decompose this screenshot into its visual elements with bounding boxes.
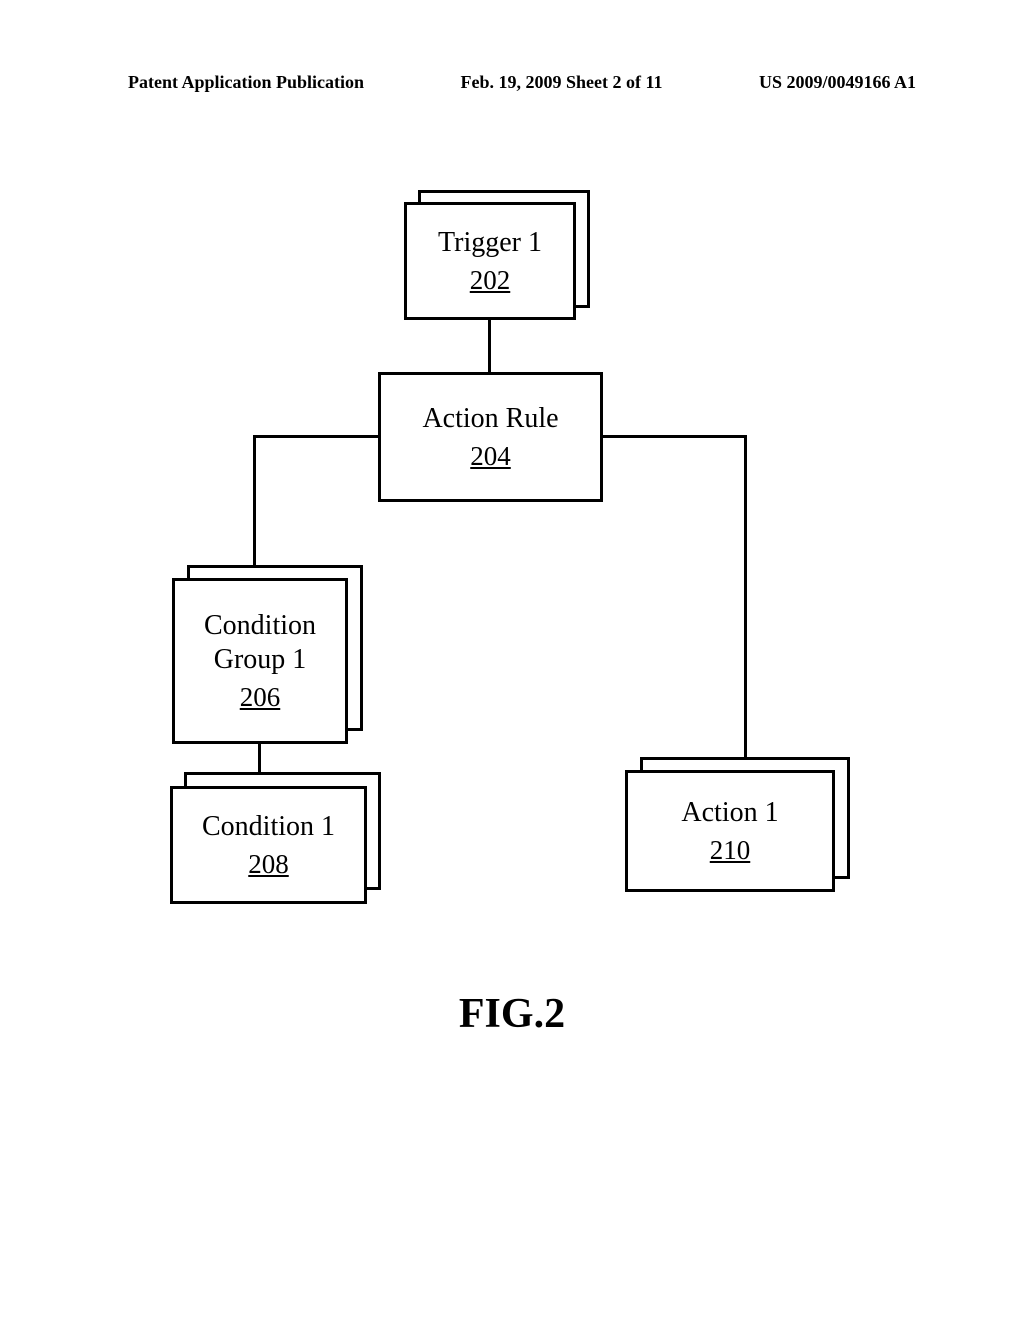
action-rule-number: 204 [470, 441, 511, 472]
trigger-title: Trigger 1 [438, 226, 542, 260]
trigger-number: 202 [470, 265, 511, 296]
flowchart-diagram: Trigger 1 202 Action Rule 204 Condition … [0, 190, 1024, 1090]
action-rule-box: Action Rule 204 [378, 372, 603, 502]
condition-title: Condition 1 [202, 810, 335, 844]
header-date-sheet: Feb. 19, 2009 Sheet 2 of 11 [461, 72, 663, 93]
condition-number: 208 [248, 849, 289, 880]
action-box: Action 1 210 [625, 770, 835, 892]
condition-box: Condition 1 208 [170, 786, 367, 904]
page-header: Patent Application Publication Feb. 19, … [0, 72, 1024, 93]
figure-label: FIG.2 [0, 990, 1024, 1038]
header-patent-number: US 2009/0049166 A1 [759, 72, 916, 93]
action-title: Action 1 [681, 796, 778, 830]
action-number: 210 [710, 835, 751, 866]
condition-group-number: 206 [240, 682, 281, 713]
trigger-box: Trigger 1 202 [404, 202, 576, 320]
header-publication: Patent Application Publication [128, 72, 364, 93]
condition-group-box: Condition Group 1 206 [172, 578, 348, 744]
action-rule-title: Action Rule [422, 402, 558, 436]
condition-group-title: Condition Group 1 [204, 609, 316, 676]
